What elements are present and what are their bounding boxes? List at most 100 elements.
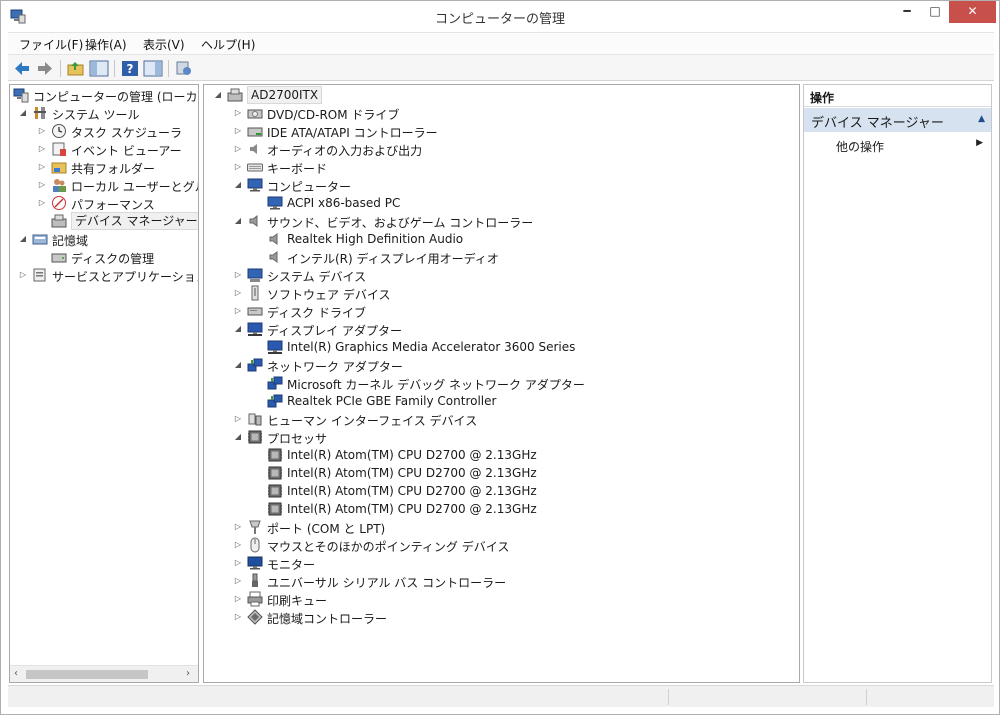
collapse-arrow-icon[interactable]: ◢ xyxy=(233,215,243,227)
collapse-arrow-icon[interactable]: ◢ xyxy=(233,359,243,371)
audio-io-icon xyxy=(250,144,257,154)
device-tree-item[interactable]: ◢ AD2700ITX xyxy=(204,86,799,104)
device-tree-item[interactable]: ▷ 記憶域コントローラー xyxy=(204,608,799,626)
nav-tree-item[interactable]: ◢ システム ツール xyxy=(10,104,198,122)
actions-header: 操作 xyxy=(804,85,991,107)
device-tree-item[interactable]: ▷ キーボード xyxy=(204,158,799,176)
nav-tree-item[interactable]: デバイス マネージャー xyxy=(10,212,198,230)
speaker-icon xyxy=(249,215,258,227)
device-tree-item[interactable]: ▷ ヒューマン インターフェイス デバイス xyxy=(204,410,799,428)
expand-arrow-icon[interactable]: ▷ xyxy=(233,557,243,569)
nav-tree-item[interactable]: ▷ 共有フォルダー xyxy=(10,158,198,176)
device-tree-item[interactable]: ▷ 印刷キュー xyxy=(204,590,799,608)
device-tree-item[interactable]: Intel(R) Atom(TM) CPU D2700 @ 2.13GHz xyxy=(204,482,799,500)
collapse-arrow-icon[interactable]: ▲ xyxy=(978,114,985,124)
expand-arrow-icon[interactable]: ▷ xyxy=(233,107,243,119)
properties-icon[interactable] xyxy=(174,59,194,78)
expand-arrow-icon[interactable]: ▷ xyxy=(233,125,243,137)
expand-arrow-icon[interactable]: ▷ xyxy=(233,521,243,533)
more-actions-label: 他の操作 xyxy=(836,140,885,154)
expand-arrow-icon[interactable]: ▷ xyxy=(37,161,47,173)
device-tree-item[interactable]: ◢ ディスプレイ アダプター xyxy=(204,320,799,338)
maximize-button[interactable]: □ xyxy=(921,1,949,23)
expand-arrow-icon[interactable]: ▷ xyxy=(37,197,47,209)
scroll-left-icon[interactable]: ‹ xyxy=(14,668,18,679)
device-tree-item[interactable]: ▷ オーディオの入力および出力 xyxy=(204,140,799,158)
actions-section-device-manager[interactable]: デバイス マネージャー ▲ xyxy=(804,108,991,132)
device-tree-item-label: システム デバイス xyxy=(267,270,367,284)
menu-file[interactable]: ファイル(F) xyxy=(19,36,83,53)
menu-view[interactable]: 表示(V) xyxy=(143,36,185,53)
device-tree-item[interactable]: ▷ ディスク ドライブ xyxy=(204,302,799,320)
device-tree-item[interactable]: ▷ IDE ATA/ATAPI コントローラー xyxy=(204,122,799,140)
device-tree-item[interactable]: Realtek PCIe GBE Family Controller xyxy=(204,392,799,410)
collapse-arrow-icon[interactable]: ◢ xyxy=(18,107,28,119)
expand-arrow-icon[interactable]: ▷ xyxy=(37,143,47,155)
help-icon[interactable]: ? xyxy=(120,59,140,78)
expand-arrow-icon[interactable]: ▷ xyxy=(233,143,243,155)
show-hide-action-pane-icon[interactable] xyxy=(143,59,163,78)
device-tree-item[interactable]: Intel(R) Atom(TM) CPU D2700 @ 2.13GHz xyxy=(204,446,799,464)
device-tree-item[interactable]: ◢ コンピューター xyxy=(204,176,799,194)
scroll-thumb[interactable] xyxy=(26,670,148,679)
device-tree-item[interactable]: ▷ DVD/CD-ROM ドライブ xyxy=(204,104,799,122)
expand-arrow-icon[interactable]: ▷ xyxy=(233,161,243,173)
collapse-arrow-icon[interactable]: ◢ xyxy=(233,323,243,335)
device-tree-item[interactable]: ACPI x86-based PC xyxy=(204,194,799,212)
menu-help[interactable]: ヘルプ(H) xyxy=(201,36,255,53)
menu-action[interactable]: 操作(A) xyxy=(85,36,127,53)
collapse-arrow-icon[interactable]: ◢ xyxy=(233,179,243,191)
status-bar xyxy=(8,685,994,707)
device-tree-item[interactable]: Intel(R) Graphics Media Accelerator 3600… xyxy=(204,338,799,356)
device-tree-item[interactable]: Intel(R) Atom(TM) CPU D2700 @ 2.13GHz xyxy=(204,464,799,482)
expand-arrow-icon[interactable]: ▷ xyxy=(37,179,47,191)
show-hide-tree-icon[interactable] xyxy=(89,59,109,78)
expand-arrow-icon[interactable]: ▷ xyxy=(233,575,243,587)
expand-arrow-icon[interactable]: ▷ xyxy=(18,269,28,281)
device-tree-item[interactable]: ◢ ネットワーク アダプター xyxy=(204,356,799,374)
device-tree-item-label: Microsoft カーネル デバッグ ネットワーク アダプター xyxy=(287,378,585,392)
collapse-arrow-icon[interactable]: ◢ xyxy=(213,89,223,101)
device-tree-item[interactable]: ▷ モニター xyxy=(204,554,799,572)
forward-arrow-icon[interactable] xyxy=(35,59,55,78)
expand-arrow-icon[interactable]: ▷ xyxy=(233,611,243,623)
keyboard-icon xyxy=(247,163,263,172)
nav-tree-item[interactable]: ▷ パフォーマンス xyxy=(10,194,198,212)
up-folder-icon[interactable] xyxy=(66,59,86,78)
nav-tree-item[interactable]: ▷ ローカル ユーザーとグループ xyxy=(10,176,198,194)
shared-folder-icon xyxy=(51,162,67,174)
collapse-arrow-icon[interactable]: ◢ xyxy=(18,233,28,245)
more-actions-item[interactable]: 他の操作 ▶ xyxy=(804,135,991,155)
device-tree-item[interactable]: Realtek High Definition Audio xyxy=(204,230,799,248)
device-tree-item[interactable]: ▷ ポート (COM と LPT) xyxy=(204,518,799,536)
expand-arrow-icon[interactable]: ▷ xyxy=(233,305,243,317)
close-button[interactable]: ✕ xyxy=(949,1,996,23)
device-tree-item[interactable]: インテル(R) ディスプレイ用オーディオ xyxy=(204,248,799,266)
device-tree-item[interactable]: Microsoft カーネル デバッグ ネットワーク アダプター xyxy=(204,374,799,392)
scroll-right-icon[interactable]: › xyxy=(186,668,190,679)
device-tree-item[interactable]: ◢ サウンド、ビデオ、およびゲーム コントローラー xyxy=(204,212,799,230)
minimize-button[interactable]: ━ xyxy=(893,1,921,23)
horizontal-scrollbar[interactable]: ‹ › xyxy=(10,665,198,682)
device-tree-item[interactable]: ◢ プロセッサ xyxy=(204,428,799,446)
expand-arrow-icon[interactable]: ▷ xyxy=(233,269,243,281)
nav-tree-item[interactable]: ▷ サービスとアプリケーション xyxy=(10,266,198,284)
nav-tree-item[interactable]: ▷ タスク スケジューラ xyxy=(10,122,198,140)
nav-tree-item[interactable]: ▷ イベント ビューアー xyxy=(10,140,198,158)
collapse-arrow-icon[interactable]: ◢ xyxy=(233,431,243,443)
nav-tree-item[interactable]: ディスクの管理 xyxy=(10,248,198,266)
device-tree-item[interactable]: Intel(R) Atom(TM) CPU D2700 @ 2.13GHz xyxy=(204,500,799,518)
device-tree-item[interactable]: ▷ ユニバーサル シリアル バス コントローラー xyxy=(204,572,799,590)
device-tree-item[interactable]: ▷ システム デバイス xyxy=(204,266,799,284)
expand-arrow-icon[interactable]: ▷ xyxy=(233,539,243,551)
computer-icon xyxy=(247,178,263,192)
nav-tree-item[interactable]: ◢ 記憶域 xyxy=(10,230,198,248)
device-tree-item[interactable]: ▷ ソフトウェア デバイス xyxy=(204,284,799,302)
back-arrow-icon[interactable] xyxy=(12,59,32,78)
expand-arrow-icon[interactable]: ▷ xyxy=(37,125,47,137)
expand-arrow-icon[interactable]: ▷ xyxy=(233,593,243,605)
expand-arrow-icon[interactable]: ▷ xyxy=(233,413,243,425)
device-tree-item[interactable]: ▷ マウスとそのほかのポインティング デバイス xyxy=(204,536,799,554)
nav-tree-item[interactable]: コンピューターの管理 (ローカル) xyxy=(10,86,198,104)
expand-arrow-icon[interactable]: ▷ xyxy=(233,287,243,299)
